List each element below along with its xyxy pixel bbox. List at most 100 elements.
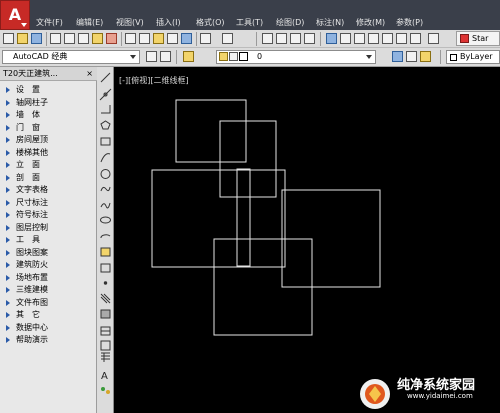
properties-icon[interactable] [326, 33, 337, 44]
panel-title-text: T20天正建筑... [3, 69, 58, 78]
match-properties-icon[interactable] [167, 33, 178, 44]
3d-print-icon[interactable] [92, 33, 103, 44]
menu-insert[interactable]: 插入(I) [156, 17, 196, 28]
start-search-box[interactable]: Star [456, 31, 500, 46]
panel-item-fire-protection[interactable]: 建筑防火 [0, 259, 97, 272]
panel-item-label: 文件布图 [16, 297, 48, 307]
zoom-realtime-icon[interactable] [276, 33, 287, 44]
open-file-icon[interactable] [17, 33, 28, 44]
expand-icon [6, 124, 10, 131]
chevron-down-icon [130, 55, 136, 59]
panel-item-label: 门 窗 [16, 122, 40, 132]
new-file-icon[interactable] [3, 33, 14, 44]
panel-item-dimensions[interactable]: 尺寸标注 [0, 197, 97, 210]
markup-icon[interactable] [382, 33, 393, 44]
panel-item-doors-windows[interactable]: 门 窗 [0, 122, 97, 135]
menu-view[interactable]: 视图(V) [116, 17, 156, 28]
expand-icon [6, 112, 10, 118]
expand-icon [6, 187, 10, 193]
make-current-layer-icon[interactable] [392, 51, 403, 62]
drawing-canvas[interactable]: [-][俯视][二维线框] [115, 67, 500, 413]
undo-icon[interactable] [200, 33, 211, 44]
menu-parameters[interactable]: 参数(P) [396, 17, 436, 28]
panel-item-label: 立 面 [16, 160, 40, 169]
panel-menu: 设 置 轴网柱子 墙 体 门 窗 房间屋顶 楼梯其他 立 面 剖 面 文字表格 … [0, 84, 97, 347]
menu-modify[interactable]: 修改(M) [356, 17, 396, 28]
panel-item-stairs-other[interactable]: 楼梯其他 [0, 147, 97, 160]
layer-previous-icon[interactable] [406, 51, 417, 62]
design-center-palette-icon[interactable] [340, 33, 351, 44]
tool-palettes-icon[interactable] [354, 33, 365, 44]
panel-item-elevation[interactable]: 立 面 [0, 159, 97, 172]
cut-icon[interactable] [125, 33, 136, 44]
print-icon[interactable] [50, 33, 61, 44]
sheet-set-icon[interactable] [368, 33, 379, 44]
polygon-tool-icon [100, 120, 111, 130]
block-editor-icon[interactable] [181, 33, 192, 44]
panel-item-label: 剖 面 [16, 172, 40, 182]
menu-edit[interactable]: 编辑(E) [76, 17, 116, 28]
panel-item-label: 其 它 [16, 310, 40, 319]
watermark-text: 纯净系统家园 [397, 378, 476, 393]
color-swatch [450, 54, 457, 61]
quickcalc-icon[interactable] [396, 33, 407, 44]
layer-state-icon[interactable] [420, 51, 431, 62]
expand-icon [6, 274, 10, 281]
panel-item-3d-modeling[interactable]: 三维建模 [0, 284, 97, 297]
panel-item-help-demo[interactable]: 帮助演示 [0, 334, 97, 347]
copy-icon[interactable] [139, 33, 150, 44]
menu-tools[interactable]: 工具(T) [236, 17, 276, 28]
color-control-select[interactable]: ByLayer [446, 50, 500, 64]
panel-item-text-tables[interactable]: 文字表格 [0, 184, 97, 197]
expand-icon [6, 162, 10, 168]
chevron-down-icon [21, 23, 27, 27]
help-icon[interactable] [410, 33, 421, 44]
panel-item-label: 图层控制 [16, 222, 48, 232]
menu-dimension[interactable]: 标注(N) [316, 17, 356, 28]
panel-item-site-layout[interactable]: 场地布置 [0, 272, 97, 285]
workspace-settings-icon[interactable] [146, 51, 157, 62]
expand-icon [6, 287, 10, 293]
panel-item-tools[interactable]: 工 具 [0, 234, 97, 247]
application-menu-button[interactable]: A [0, 0, 30, 30]
panel-item-walls[interactable]: 墙 体 [0, 109, 97, 122]
redo-icon[interactable] [222, 33, 233, 44]
panel-item-section[interactable]: 剖 面 [0, 172, 97, 185]
color-value: ByLayer [460, 52, 493, 61]
draw-toolbar: A [97, 67, 114, 413]
workspace-select[interactable]: AutoCAD 经典 [2, 50, 140, 64]
layer-properties-icon[interactable] [183, 51, 194, 62]
paste-icon[interactable] [153, 33, 164, 44]
panel-item-axis-columns[interactable]: 轴网柱子 [0, 97, 97, 110]
zoom-previous-icon[interactable] [304, 33, 315, 44]
menu-file[interactable]: 文件(F) [36, 17, 76, 28]
menu-format[interactable]: 格式(O) [196, 17, 236, 28]
panel-item-label: 场地布置 [16, 272, 48, 282]
print-preview-icon[interactable] [64, 33, 75, 44]
zoom-window-icon[interactable] [290, 33, 301, 44]
publish-icon[interactable] [78, 33, 89, 44]
panel-item-label: 文字表格 [16, 185, 48, 194]
pan-icon[interactable] [262, 33, 273, 44]
ellipse-tool-icon [100, 216, 111, 224]
gradient-tool-icon [100, 309, 111, 319]
dim-style-icon[interactable] [428, 33, 439, 44]
panel-item-symbols[interactable]: 符号标注 [0, 209, 97, 222]
design-center-icon[interactable] [106, 33, 117, 44]
panel-item-settings[interactable]: 设 置 [0, 84, 97, 97]
panel-item-layer-control[interactable]: 图层控制 [0, 222, 97, 235]
panel-item-blocks-hatches[interactable]: 图块图案 [0, 247, 97, 260]
layer-select[interactable]: 0 [216, 50, 376, 64]
panel-item-file-layout[interactable]: 文件布图 [0, 297, 97, 310]
insert-block-icon [100, 247, 111, 257]
workspace-switch-icon[interactable] [160, 51, 171, 62]
panel-item-rooms-roofs[interactable]: 房间屋顶 [0, 134, 97, 147]
drawing-geometry [151, 99, 381, 336]
menu-draw[interactable]: 绘图(D) [276, 17, 316, 28]
save-icon[interactable] [31, 33, 42, 44]
panel-item-data-center[interactable]: 数据中心 [0, 322, 97, 335]
panel-item-other[interactable]: 其 它 [0, 309, 97, 322]
expand-icon [6, 337, 10, 343]
close-icon[interactable]: × [86, 67, 93, 81]
watermark-logo-icon [360, 379, 390, 409]
